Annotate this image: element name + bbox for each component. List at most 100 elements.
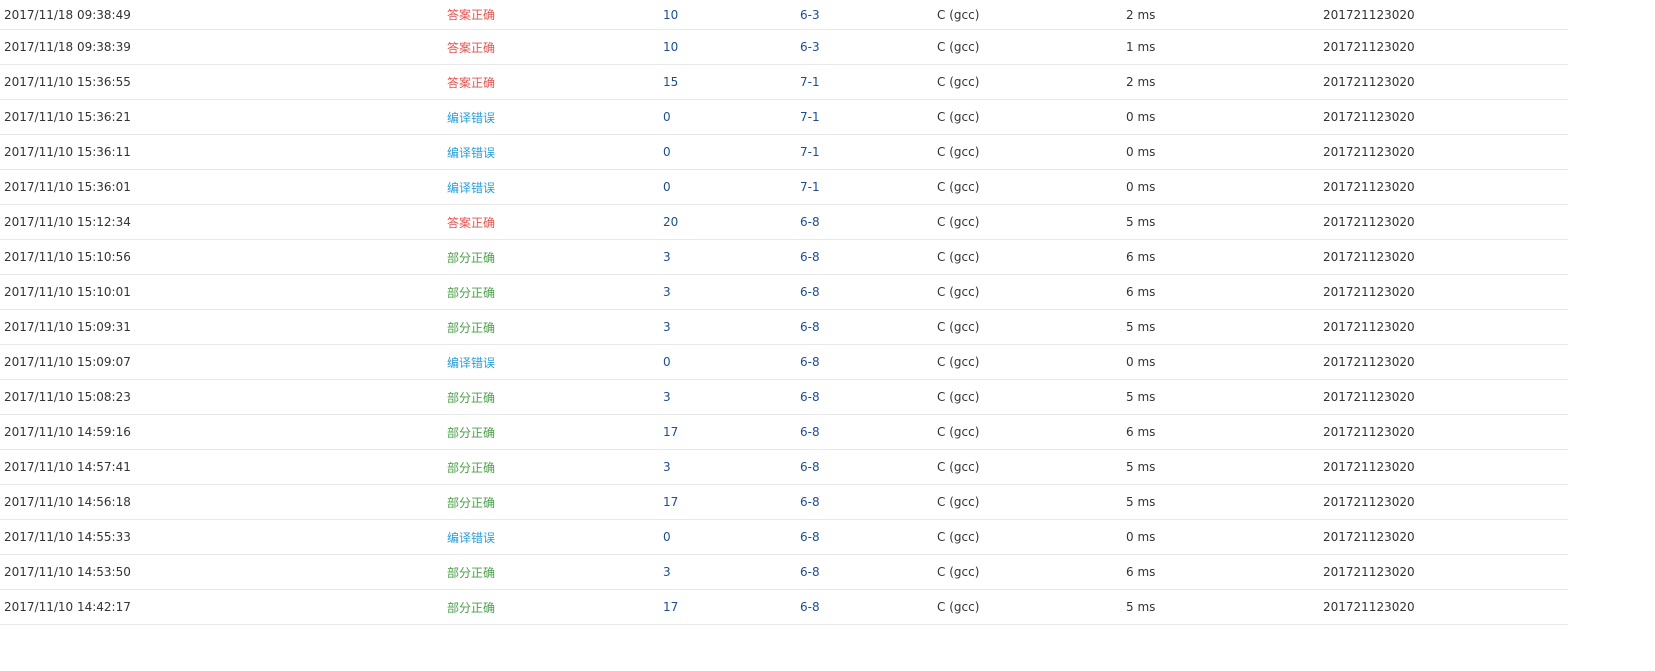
- table-row: 2017/11/10 14:56:18 部分正确 17 6-8 C (gcc) 5 ms 2…: [0, 485, 1568, 520]
- status-link[interactable]: 编译错误: [447, 520, 495, 554]
- problem-link[interactable]: 6-8: [800, 450, 820, 484]
- submit-time: 2017/11/18 09:38:49: [4, 7, 131, 22]
- problem-link[interactable]: 6-8: [800, 380, 820, 414]
- table-row: 2017/11/18 09:38:39 答案正确 10 6-3 C (gcc) 1 ms 2…: [0, 30, 1568, 65]
- user-id: 201721123020: [1323, 460, 1415, 474]
- submit-time: 2017/11/10 15:36:55: [4, 75, 131, 89]
- run-time: 5 ms: [1126, 600, 1156, 614]
- status-link[interactable]: 部分正确: [447, 310, 495, 344]
- problem-link[interactable]: 6-8: [800, 520, 820, 554]
- score-link[interactable]: 20: [663, 205, 678, 239]
- language: C (gcc): [937, 390, 980, 404]
- language: C (gcc): [937, 530, 980, 544]
- submit-time: 2017/11/10 15:10:56: [4, 250, 131, 264]
- run-time: 2 ms: [1126, 75, 1156, 89]
- submit-time: 2017/11/10 15:09:07: [4, 355, 131, 369]
- language: C (gcc): [937, 110, 980, 124]
- problem-link[interactable]: 6-8: [800, 205, 820, 239]
- language: C (gcc): [937, 320, 980, 334]
- table-row: 2017/11/10 15:36:21 编译错误 0 7-1 C (gcc) 0 ms 20…: [0, 100, 1568, 135]
- problem-link[interactable]: 6-8: [800, 310, 820, 344]
- status-link[interactable]: 部分正确: [447, 275, 495, 309]
- user-id: 201721123020: [1323, 145, 1415, 159]
- status-link[interactable]: 编译错误: [447, 100, 495, 134]
- table-row: 2017/11/10 15:12:34 答案正确 20 6-8 C (gcc) 5 ms 2…: [0, 205, 1568, 240]
- score-link[interactable]: 0: [663, 345, 671, 379]
- table-row: 2017/11/10 15:36:01 编译错误 0 7-1 C (gcc) 0 ms 20…: [0, 170, 1568, 205]
- score-link[interactable]: 3: [663, 310, 671, 344]
- submit-time: 2017/11/10 14:53:50: [4, 565, 131, 579]
- language: C (gcc): [937, 425, 980, 439]
- status-link[interactable]: 编译错误: [447, 135, 495, 169]
- status-link[interactable]: 答案正确: [447, 30, 495, 64]
- score-link[interactable]: 3: [663, 450, 671, 484]
- status-link[interactable]: 编译错误: [447, 345, 495, 379]
- submit-time: 2017/11/10 15:36:11: [4, 145, 131, 159]
- status-link[interactable]: 部分正确: [447, 555, 495, 589]
- user-id: 201721123020: [1323, 180, 1415, 194]
- score-link[interactable]: 10: [663, 30, 678, 64]
- table-row: 2017/11/10 14:42:17 部分正确 17 6-8 C (gcc) 5 ms 2…: [0, 590, 1568, 625]
- status-link[interactable]: 编译错误: [447, 170, 495, 204]
- score-link[interactable]: 17: [663, 415, 678, 449]
- run-time: 0 ms: [1126, 530, 1156, 544]
- run-time: 6 ms: [1126, 285, 1156, 299]
- problem-link[interactable]: 6-8: [800, 485, 820, 519]
- submissions-table: 2017/11/18 09:38:49 答案正确 10 6-3 C (gcc) 2 ms 2…: [0, 0, 1568, 626]
- run-time: 5 ms: [1126, 320, 1156, 334]
- status-link[interactable]: 答案正确: [447, 0, 495, 29]
- language: C (gcc): [937, 75, 980, 89]
- status-link[interactable]: 答案正确: [447, 65, 495, 99]
- problem-link[interactable]: 6-8: [800, 590, 820, 624]
- problem-link[interactable]: 7-1: [800, 135, 820, 169]
- submit-time: 2017/11/18 09:38:39: [4, 40, 131, 54]
- user-id: 201721123020: [1323, 565, 1415, 579]
- status-link[interactable]: 部分正确: [447, 590, 495, 624]
- problem-link[interactable]: 6-3: [800, 30, 820, 64]
- language: C (gcc): [937, 600, 980, 614]
- table-row: 2017/11/10 15:10:01 部分正确 3 6-8 C (gcc) 6 ms 20…: [0, 275, 1568, 310]
- problem-link[interactable]: 6-8: [800, 240, 820, 274]
- submit-time: 2017/11/10 15:36:01: [4, 180, 131, 194]
- status-link[interactable]: 部分正确: [447, 415, 495, 449]
- problem-link[interactable]: 6-8: [800, 345, 820, 379]
- status-link[interactable]: 答案正确: [447, 205, 495, 239]
- score-link[interactable]: 3: [663, 275, 671, 309]
- table-row: 2017/11/10 15:36:11 编译错误 0 7-1 C (gcc) 0 ms 20…: [0, 135, 1568, 170]
- status-link[interactable]: 部分正确: [447, 380, 495, 414]
- run-time: 2 ms: [1126, 7, 1156, 22]
- score-link[interactable]: 15: [663, 65, 678, 99]
- submit-time: 2017/11/10 14:57:41: [4, 460, 131, 474]
- submit-time: 2017/11/10 15:12:34: [4, 215, 131, 229]
- problem-link[interactable]: 6-8: [800, 415, 820, 449]
- status-link[interactable]: 部分正确: [447, 450, 495, 484]
- user-id: 201721123020: [1323, 110, 1415, 124]
- user-id: 201721123020: [1323, 495, 1415, 509]
- score-link[interactable]: 10: [663, 0, 678, 29]
- problem-link[interactable]: 6-3: [800, 0, 820, 29]
- problem-link[interactable]: 6-8: [800, 275, 820, 309]
- score-link[interactable]: 17: [663, 590, 678, 624]
- table-row: 2017/11/10 15:09:31 部分正确 3 6-8 C (gcc) 5 ms 20…: [0, 310, 1568, 345]
- problem-link[interactable]: 7-1: [800, 170, 820, 204]
- status-link[interactable]: 部分正确: [447, 485, 495, 519]
- user-id: 201721123020: [1323, 215, 1415, 229]
- language: C (gcc): [937, 565, 980, 579]
- score-link[interactable]: 3: [663, 240, 671, 274]
- score-link[interactable]: 0: [663, 100, 671, 134]
- submit-time: 2017/11/10 14:59:16: [4, 425, 131, 439]
- user-id: 201721123020: [1323, 390, 1415, 404]
- run-time: 1 ms: [1126, 40, 1156, 54]
- status-link[interactable]: 部分正确: [447, 240, 495, 274]
- problem-link[interactable]: 7-1: [800, 65, 820, 99]
- score-link[interactable]: 3: [663, 380, 671, 414]
- problem-link[interactable]: 6-8: [800, 555, 820, 589]
- table-row: 2017/11/10 14:59:16 部分正确 17 6-8 C (gcc) 6 ms 2…: [0, 415, 1568, 450]
- user-id: 201721123020: [1323, 355, 1415, 369]
- score-link[interactable]: 17: [663, 485, 678, 519]
- score-link[interactable]: 3: [663, 555, 671, 589]
- problem-link[interactable]: 7-1: [800, 100, 820, 134]
- score-link[interactable]: 0: [663, 520, 671, 554]
- score-link[interactable]: 0: [663, 135, 671, 169]
- score-link[interactable]: 0: [663, 170, 671, 204]
